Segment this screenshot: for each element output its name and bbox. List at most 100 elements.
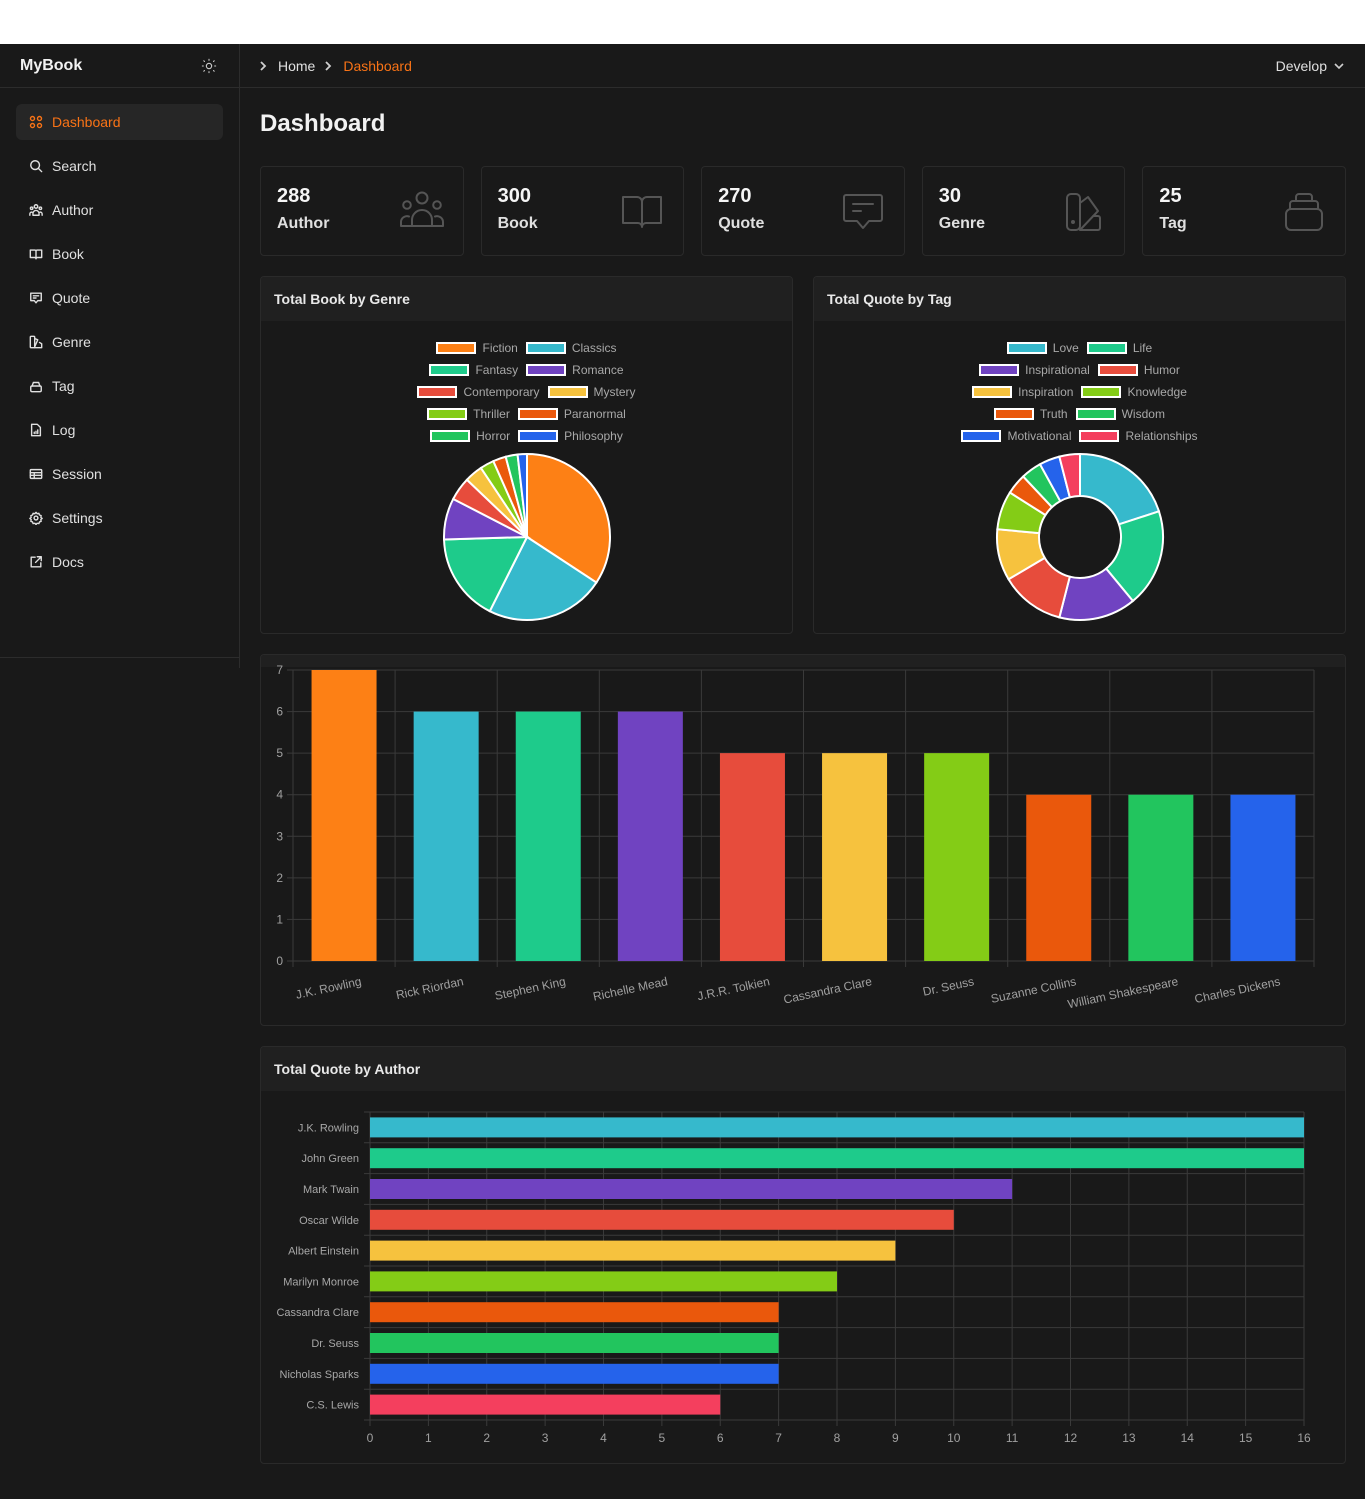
bar-dr-seuss[interactable] — [370, 1333, 779, 1353]
bar-john-green[interactable] — [370, 1148, 1304, 1169]
sidebar-item-author[interactable]: Author — [16, 192, 223, 228]
breadcrumb-current[interactable]: Dashboard — [343, 58, 412, 74]
bar-charles-dickens[interactable] — [1230, 794, 1296, 961]
chevron-down-icon — [1334, 62, 1344, 69]
y-tick-label: Mark Twain — [303, 1184, 359, 1196]
y-tick-label: 3 — [276, 829, 283, 843]
search-icon — [30, 160, 43, 173]
sidebar-item-dashboard[interactable]: Dashboard — [16, 104, 223, 140]
chevron-right-icon — [258, 59, 272, 73]
legend-item-classics[interactable]: Classics — [525, 341, 617, 355]
sidebar-item-settings[interactable]: Settings — [16, 500, 223, 536]
legend-item-wisdom[interactable]: Wisdom — [1075, 407, 1165, 421]
bar-mark-twain[interactable] — [370, 1179, 1013, 1199]
bar-richelle-mead[interactable] — [617, 711, 683, 961]
environment-label: Develop — [1275, 57, 1327, 74]
sidebar-item-tag[interactable]: Tag — [16, 368, 223, 404]
bar-j-k-rowling[interactable] — [370, 1117, 1304, 1138]
bar-cassandra-clare[interactable] — [370, 1302, 779, 1323]
legend-row: Thriller Paranormal — [423, 403, 630, 425]
gear-icon — [29, 511, 43, 525]
stat-card-genre[interactable]: 30 Genre — [921, 166, 1126, 256]
legend-item-horror[interactable]: Horror — [430, 429, 510, 443]
bar-c-s-lewis[interactable] — [370, 1394, 721, 1415]
environment-dropdown[interactable]: Develop — [1276, 58, 1345, 74]
sidebar-item-label: Log — [52, 422, 76, 438]
bar-j-k-rowling[interactable] — [311, 670, 377, 961]
legend-item-inspirational[interactable]: Inspirational — [979, 363, 1090, 377]
quote-by-author-card: Total Quote by Author 0 1 2 3 4 5 6 7 8 9 10 11 12 13… — [260, 1046, 1346, 1464]
bar-j-r-r-tolkien[interactable] — [719, 753, 785, 961]
legend-label: Humor — [1143, 363, 1180, 377]
sidebar-item-search[interactable]: Search — [16, 148, 223, 184]
bar-nicholas-sparks[interactable] — [370, 1363, 779, 1384]
legend-item-thriller[interactable]: Thriller — [427, 407, 510, 421]
legend-swatch — [1079, 430, 1120, 442]
legend-item-mystery[interactable]: Mystery — [547, 385, 636, 399]
slice-love[interactable] — [1078, 452, 1160, 526]
stat-card-quote[interactable]: 270 Quote — [701, 166, 905, 256]
legend-label: Relationships — [1125, 429, 1198, 443]
sidebar-item-log[interactable]: Log — [16, 412, 223, 448]
y-tick-label: Albert Einstein — [288, 1246, 359, 1258]
legend-item-fiction[interactable]: Fiction — [436, 341, 518, 355]
quote-by-author-bar-chart: 0 1 2 3 4 5 6 7 8 9 10 11 12 13 14 15 16J.K. RowlingJohn… — [276, 1111, 1311, 1445]
stat-card-tag[interactable]: 25 Tag — [1142, 166, 1346, 256]
legend-swatch — [518, 430, 559, 442]
y-tick-label: Oscar Wilde — [299, 1215, 359, 1227]
topbar: Home Dashboard Develop — [240, 44, 1365, 88]
bar-cassandra-clare[interactable] — [822, 753, 888, 961]
legend-item-love[interactable]: Love — [1006, 341, 1079, 355]
legend-item-relationships[interactable]: Relationships — [1079, 429, 1198, 443]
x-tick-label: Suzanne Collins — [990, 974, 1078, 1006]
x-tick-label: Dr. Seuss — [921, 974, 975, 999]
sidebar-item-quote[interactable]: Quote — [16, 280, 223, 316]
legend-item-knowledge[interactable]: Knowledge — [1081, 385, 1187, 399]
sidebar-item-genre[interactable]: Genre — [16, 324, 223, 360]
legend-swatch — [994, 408, 1035, 420]
legend-swatch — [525, 342, 566, 354]
sidebar-item-session[interactable]: Session — [16, 456, 223, 492]
legend-item-motivational[interactable]: Motivational — [961, 429, 1071, 443]
sidebar-item-book[interactable]: Book — [16, 236, 223, 272]
legend-item-truth[interactable]: Truth — [994, 407, 1068, 421]
legend-item-life[interactable]: Life — [1086, 341, 1152, 355]
legend-swatch — [417, 386, 458, 398]
legend-item-fantasy[interactable]: Fantasy — [429, 363, 518, 377]
bar-stephen-king[interactable] — [515, 711, 581, 961]
bar-oscar-wilde[interactable] — [370, 1209, 954, 1230]
legend-row: Inspiration Knowledge — [968, 381, 1191, 403]
theme-toggle-button[interactable] — [199, 56, 219, 76]
bar-marilyn-monroe[interactable] — [370, 1271, 837, 1292]
tag-doughnut-chart — [995, 452, 1164, 621]
bar-william-shakespeare[interactable] — [1128, 794, 1194, 961]
sun-icon — [201, 58, 217, 73]
legend-item-paranormal[interactable]: Paranormal — [517, 407, 626, 421]
x-tick-label: Richelle Mead — [592, 974, 669, 1004]
x-tick-label: 9 — [892, 1431, 899, 1445]
legend-row: Inspirational Humor — [975, 359, 1184, 381]
bar-albert-einstein[interactable] — [370, 1240, 896, 1261]
legend-swatch — [1006, 342, 1047, 354]
x-tick-label: 12 — [1064, 1431, 1078, 1445]
breadcrumb-home[interactable]: Home — [278, 58, 315, 74]
legend-item-philosophy[interactable]: Philosophy — [518, 429, 623, 443]
sidebar-item-docs[interactable]: Docs — [16, 544, 223, 580]
legend-item-humor[interactable]: Humor — [1097, 363, 1180, 377]
legend-label: Contemporary — [463, 385, 540, 399]
stack-icon — [30, 381, 42, 393]
legend-row: Truth Wisdom — [990, 403, 1169, 425]
legend-item-contemporary[interactable]: Contemporary — [417, 385, 540, 399]
legend-item-romance[interactable]: Romance — [526, 363, 624, 377]
legend-item-inspiration[interactable]: Inspiration — [972, 385, 1073, 399]
sidebar-item-label: Settings — [52, 510, 103, 526]
legend-label: Inspiration — [1018, 385, 1074, 399]
legend-label: Horror — [476, 429, 511, 443]
sidebar-nav: Dashboard Search Author Book Quote Genre — [0, 88, 239, 580]
stat-card-author[interactable]: 288 Author — [260, 166, 464, 256]
bar-dr-seuss[interactable] — [924, 753, 990, 961]
bar-rick-riordan[interactable] — [413, 711, 479, 961]
x-tick-label: 2 — [483, 1431, 490, 1445]
stat-card-book[interactable]: 300 Book — [480, 166, 685, 256]
bar-suzanne-collins[interactable] — [1026, 794, 1092, 961]
